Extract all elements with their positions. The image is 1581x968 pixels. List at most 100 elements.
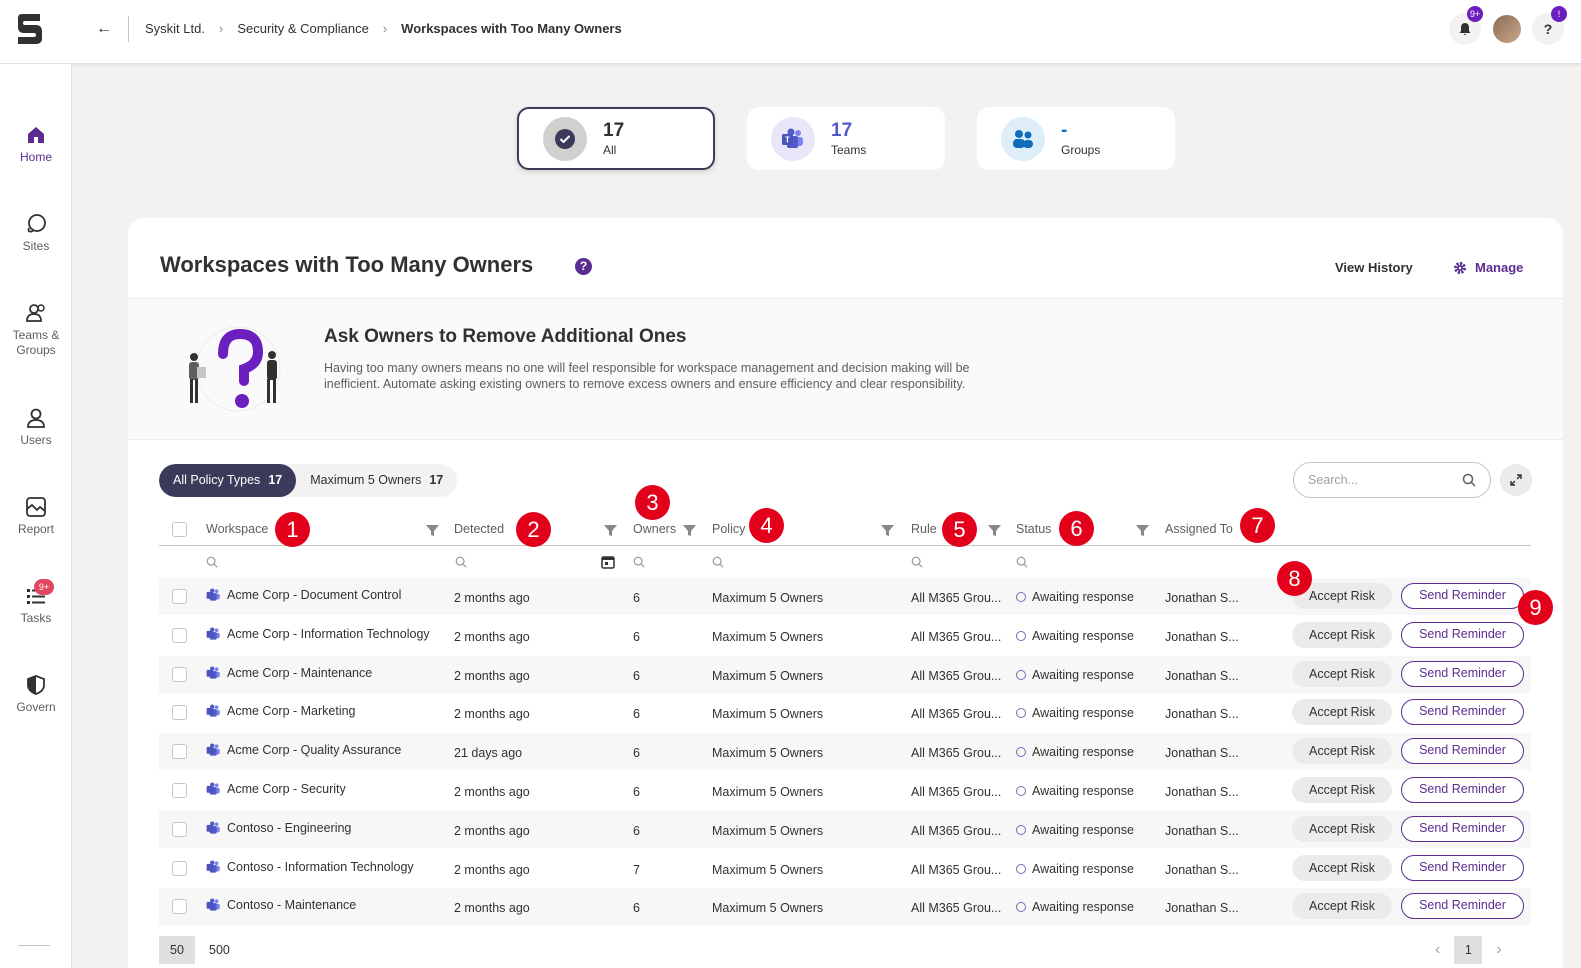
workspace-name[interactable]: Acme Corp - Security [227,782,346,796]
send-reminder-button[interactable]: Send Reminder [1401,893,1524,920]
workspace-name[interactable]: Acme Corp - Information Technology [227,627,430,641]
accept-risk-button[interactable]: Accept Risk [1292,893,1392,920]
summary-card-teams[interactable]: T 17 Teams [747,107,945,170]
filter-icon[interactable] [1136,524,1149,537]
row-checkbox[interactable] [172,589,187,604]
filter-icon[interactable] [988,524,1001,537]
sidebar-item-tasks[interactable]: 9+ Tasks [0,579,72,625]
pill-all-policy-types[interactable]: All Policy Types 17 [159,464,297,497]
accept-risk-button[interactable]: Accept Risk [1292,660,1392,687]
chevron-left-icon[interactable]: ‹ [1435,941,1440,959]
search-input[interactable]: Search... [1293,462,1491,498]
table-row[interactable]: Contoso - Maintenance 2 months ago 6 Maximu… [159,888,1531,926]
select-all-checkbox[interactable] [172,522,187,537]
filter-icon[interactable] [881,524,894,537]
table-row[interactable]: Acme Corp - Marketing 2 months ago 6 Maximu… [159,694,1531,732]
workspace-cell[interactable]: Contoso - Maintenance [206,898,356,912]
accept-risk-button[interactable]: Accept Risk [1292,815,1392,842]
send-reminder-button[interactable]: Send Reminder [1401,583,1524,609]
view-history-button[interactable]: View History [1335,260,1413,275]
column-owners[interactable]: Owners [633,522,676,536]
send-reminder-button[interactable]: Send Reminder [1401,815,1524,842]
summary-card-groups[interactable]: - Groups [977,107,1175,170]
workspace-name[interactable]: Acme Corp - Quality Assurance [227,743,401,757]
sidebar-item-home[interactable]: Home [0,124,72,164]
workspace-cell[interactable]: Acme Corp - Security [206,782,346,796]
syskit-logo[interactable] [12,12,46,46]
row-checkbox[interactable] [172,899,187,915]
row-checkbox[interactable] [172,705,187,721]
breadcrumb-org[interactable]: Syskit Ltd. [145,21,205,36]
filter-icon[interactable] [604,524,617,537]
sidebar-item-sites[interactable]: Sites [0,213,72,253]
chevron-right-icon[interactable]: › [1496,941,1501,959]
workspace-cell[interactable]: Acme Corp - Maintenance [206,666,372,680]
row-checkbox[interactable] [172,627,187,643]
column-rule[interactable]: Rule [911,522,937,536]
row-checkbox[interactable] [172,860,187,876]
search-icon[interactable] [206,556,218,568]
workspace-name[interactable]: Acme Corp - Marketing [227,704,356,718]
row-checkbox[interactable] [172,783,187,798]
workspace-name[interactable]: Contoso - Engineering [227,821,351,835]
avatar[interactable] [1491,13,1523,45]
workspace-name[interactable]: Acme Corp - Document Control [227,588,401,602]
accept-risk-button[interactable]: Accept Risk [1292,777,1392,803]
column-workspace[interactable]: Workspace [206,522,268,536]
column-policy[interactable]: Policy [712,522,745,536]
workspace-name[interactable]: Contoso - Maintenance [227,898,356,912]
table-row[interactable]: Acme Corp - Document Control 2 months ago… [159,578,1531,615]
table-row[interactable]: Acme Corp - Quality Assurance 21 days ago… [159,733,1531,771]
pill-maximum-5-owners[interactable]: Maximum 5 Owners 17 [296,464,457,497]
summary-card-all[interactable]: 17 All [517,107,715,170]
filter-icon[interactable] [426,524,439,537]
workspace-name[interactable]: Acme Corp - Maintenance [227,666,372,680]
table-row[interactable]: Contoso - Information Technology 2 months… [159,849,1531,887]
workspace-name[interactable]: Contoso - Information Technology [227,860,414,874]
accept-risk-button[interactable]: Accept Risk [1292,854,1392,881]
row-checkbox[interactable] [172,744,187,760]
sidebar-item-govern[interactable]: Govern [0,674,72,714]
page-size-500[interactable]: 500 [209,943,230,957]
help-icon[interactable]: ? [575,258,592,275]
back-arrow-icon[interactable]: ← [96,20,112,38]
column-detected[interactable]: Detected [454,522,504,536]
sidebar-item-report[interactable]: Report [0,496,72,536]
current-page[interactable]: 1 [1454,936,1483,964]
table-row[interactable]: Acme Corp - Information Technology 2 mont… [159,616,1531,654]
send-reminder-button[interactable]: Send Reminder [1401,738,1524,765]
filter-icon[interactable] [683,524,696,537]
accept-risk-button[interactable]: Accept Risk [1292,621,1392,648]
send-reminder-button[interactable]: Send Reminder [1401,660,1524,687]
column-status[interactable]: Status [1016,522,1051,536]
workspace-cell[interactable]: Acme Corp - Document Control [206,588,401,602]
workspace-cell[interactable]: Acme Corp - Quality Assurance [206,743,401,757]
column-assigned-to[interactable]: Assigned To [1165,522,1233,536]
calendar-icon[interactable] [601,555,615,569]
accept-risk-button[interactable]: Accept Risk [1292,738,1392,765]
table-row[interactable]: Contoso - Engineering 2 months ago 6 Maximu… [159,810,1531,848]
workspace-cell[interactable]: Acme Corp - Marketing [206,704,356,718]
table-row[interactable]: Acme Corp - Security 2 months ago 6 Maximum… [159,772,1531,809]
workspace-cell[interactable]: Acme Corp - Information Technology [206,627,430,641]
row-checkbox[interactable] [172,666,187,682]
breadcrumb-section[interactable]: Security & Compliance [237,21,369,36]
row-checkbox[interactable] [172,821,187,837]
search-icon[interactable] [455,556,467,568]
search-icon[interactable] [1016,556,1028,568]
search-icon[interactable] [633,556,645,568]
send-reminder-button[interactable]: Send Reminder [1401,777,1524,803]
search-icon[interactable] [911,556,923,568]
accept-risk-button[interactable]: Accept Risk [1292,699,1392,726]
send-reminder-button[interactable]: Send Reminder [1401,854,1524,881]
workspace-cell[interactable]: Contoso - Engineering [206,821,351,835]
table-row[interactable]: Acme Corp - Maintenance 2 months ago 6 Maxi… [159,655,1531,693]
sidebar-item-users[interactable]: Users [0,407,72,447]
send-reminder-button[interactable]: Send Reminder [1401,699,1524,726]
search-icon[interactable] [712,556,724,568]
send-reminder-button[interactable]: Send Reminder [1401,621,1524,648]
workspace-cell[interactable]: Contoso - Information Technology [206,860,414,874]
page-size-50[interactable]: 50 [159,936,195,964]
expand-button[interactable] [1500,464,1532,496]
sidebar-item-teams-groups[interactable]: Teams & Groups [0,302,72,358]
